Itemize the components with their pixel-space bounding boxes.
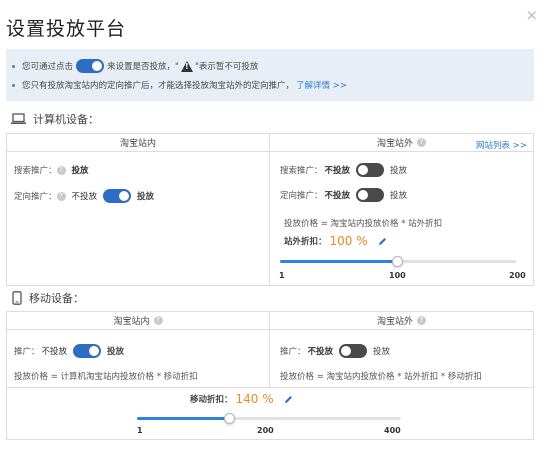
computer-panel: 淘宝站内 淘宝站外 ? 网站列表 >> 搜索推广： ? 投放 定向推广： ? 不… (6, 133, 534, 286)
row-label: 搜索推广： (280, 166, 323, 176)
pc-onsite-target-toggle[interactable] (103, 189, 132, 203)
column-title: 淘宝站外 (376, 317, 413, 327)
off-label: 不投放 (41, 347, 68, 357)
slider-tick: 1 (137, 426, 143, 435)
slider-tick: 400 (384, 426, 401, 435)
mobile-discount: 移动折扣： 140 % (190, 392, 293, 406)
column-title: 淘宝站外 (376, 139, 413, 149)
slider-tick: 200 (509, 271, 526, 280)
pc-offsite-search-toggle[interactable] (356, 163, 385, 177)
phone-icon (12, 291, 22, 305)
help-icon[interactable]: ? (417, 316, 426, 325)
pc-onsite-search-row: 搜索推广： ? 投放 (14, 164, 95, 176)
on-label: 投放 (390, 166, 408, 176)
off-label: 不投放 (324, 191, 351, 201)
slider-tick: 100 (389, 271, 406, 280)
slider-fill (137, 417, 229, 420)
mobile-offsite-row: 推广： 不投放 投放 (280, 344, 390, 358)
pc-offsite-target-toggle[interactable] (356, 188, 385, 202)
help-icon[interactable]: ? (56, 191, 66, 201)
offsite-discount-slider[interactable] (280, 256, 516, 267)
column-title: 淘宝站内 (119, 139, 156, 149)
mobile-offsite-header: 淘宝站外 ? (270, 312, 533, 330)
dialog-title: 设置投放平台 (6, 18, 127, 40)
mobile-section-header: 移动设备： (12, 290, 84, 306)
off-label: 不投放 (71, 192, 98, 202)
on-label: 投放 (137, 192, 155, 202)
mobile-onsite-row: 推广： 不投放 投放 (14, 344, 124, 358)
help-icon[interactable]: ? (153, 316, 163, 325)
edit-pencil-icon[interactable] (378, 237, 387, 246)
bullet-icon (12, 83, 15, 87)
slider-handle[interactable] (392, 256, 404, 267)
row-label: 搜索推广： (14, 166, 57, 176)
slider-handle[interactable] (223, 413, 235, 424)
help-icon[interactable]: ? (417, 138, 426, 147)
notice-text: 来设置是否投放，" (107, 62, 179, 72)
computer-section-header: 计算机设备： (11, 111, 99, 127)
site-list-link[interactable]: 网站列表 >> (476, 139, 527, 151)
row-label: 推广： (14, 347, 40, 357)
learn-more-link[interactable]: 了解详情 >> (296, 79, 347, 91)
on-label: 投放 (390, 191, 408, 201)
computer-section-title: 计算机设备： (33, 113, 99, 126)
on-label: 投放 (373, 347, 391, 357)
pc-onsite-target-row: 定向推广： ? 不投放 投放 (14, 189, 154, 203)
row-label: 定向推广： (280, 191, 323, 201)
mobile-onsite-header: 淘宝站内 ? (7, 312, 269, 330)
slider-tick: 1 (279, 271, 285, 280)
notice-text: 您只有投放淘宝站内的定向推广后，才能选择投放淘宝站外的定向推广， (22, 81, 295, 91)
row-divider (7, 387, 533, 388)
notice-text: "表示暂不可投放 (194, 62, 259, 72)
column-title: 淘宝站内 (113, 317, 150, 327)
discount-label: 移动折扣： (190, 395, 233, 405)
mobile-offsite-toggle[interactable] (339, 344, 368, 358)
notice-box: 您可通过点击 来设置是否投放，" "表示暂不可投放 您只有投放淘宝站内的定向推广… (6, 49, 534, 101)
row-label: 推广： (280, 347, 306, 357)
computer-onsite-header: 淘宝站内 (7, 134, 269, 152)
row-label: 定向推广： (14, 192, 57, 202)
example-toggle-icon (76, 59, 105, 73)
help-icon[interactable]: ? (56, 165, 66, 175)
pc-offsite-search-row: 搜索推广： 不投放 投放 (280, 163, 407, 177)
bullet-icon (12, 64, 15, 68)
price-formula: 投放价格 = 淘宝站内投放价格 * 站外折扣 (284, 219, 443, 229)
computer-offsite-header: 淘宝站外 ? 网站列表 >> (270, 134, 533, 152)
price-formula: 投放价格 = 计算机淘宝站内投放价格 * 移动折扣 (14, 372, 198, 382)
pc-offsite-target-row: 定向推广： 不投放 投放 (280, 188, 407, 202)
mobile-discount-slider[interactable] (137, 413, 401, 424)
slider-fill (280, 260, 398, 263)
on-label: 投放 (107, 347, 125, 357)
mobile-section-title: 移动设备： (29, 292, 84, 305)
discount-label: 站外折扣： (284, 237, 327, 247)
column-divider (269, 134, 270, 285)
off-label: 不投放 (324, 166, 351, 176)
mobile-onsite-toggle[interactable] (73, 344, 102, 358)
offsite-discount: 站外折扣： 100 % (284, 234, 387, 248)
discount-value: 140 % (235, 392, 274, 406)
notice-text: 您可通过点击 (22, 62, 74, 72)
notice-line-1: 您可通过点击 来设置是否投放，" "表示暂不可投放 (12, 59, 258, 73)
status-text: 投放 (71, 166, 89, 176)
mobile-panel: 淘宝站内 ? 淘宝站外 ? 推广： 不投放 投放 投放价格 = 计算机淘宝站内投… (6, 311, 534, 440)
edit-pencil-icon[interactable] (284, 395, 293, 404)
off-label: 不投放 (307, 347, 334, 357)
discount-value: 100 % (329, 234, 368, 248)
close-icon[interactable]: × (525, 6, 538, 24)
price-formula: 投放价格 = 淘宝站内投放价格 * 站外折扣 * 移动折扣 (280, 372, 482, 382)
slider-tick: 200 (257, 426, 274, 435)
laptop-icon (11, 113, 26, 125)
notice-line-2: 您只有投放淘宝站内的定向推广后，才能选择投放淘宝站外的定向推广， 了解详情 >> (12, 79, 347, 91)
warning-icon (180, 60, 193, 72)
